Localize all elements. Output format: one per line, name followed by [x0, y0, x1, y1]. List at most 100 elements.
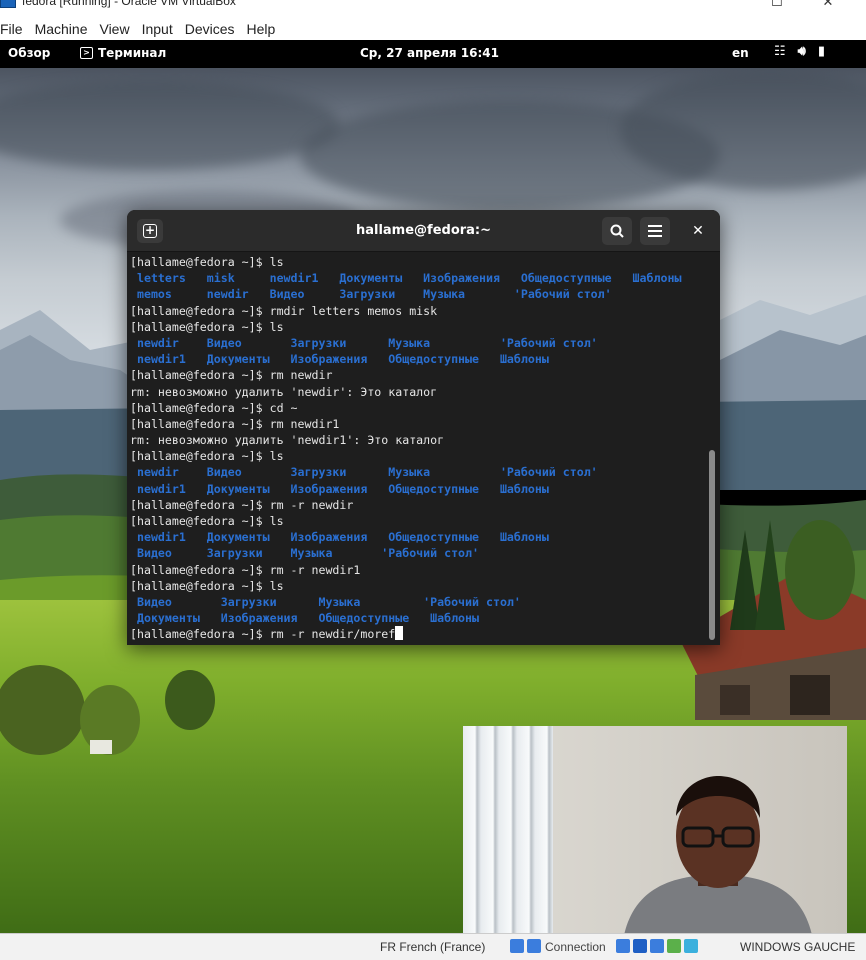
directory-listing: letters misk newdir1 Документы Изображен… [130, 271, 682, 286]
terminal-line: [hallame@fedora ~]$ ls [130, 513, 706, 529]
terminal-line: newdir1 Документы Изображения Общедоступ… [130, 481, 706, 497]
terminal-line: [hallame@fedora ~]$ ls [130, 578, 706, 594]
gnome-top-bar: Обзор > Терминал Ср, 27 апреля 16:41 en … [0, 40, 866, 68]
webcam-person [624, 776, 812, 933]
tray-app-icon[interactable] [650, 939, 664, 953]
wallpaper-pines [730, 520, 855, 630]
terminal-text: [hallame@fedora ~]$ rm -r newdir/moref [130, 627, 396, 642]
menu-button[interactable] [640, 217, 670, 245]
tray-app-icon[interactable] [684, 939, 698, 953]
host-tray-icons-right[interactable] [616, 939, 698, 953]
webcam-overlay [463, 726, 847, 933]
keyboard-layout-indicator[interactable]: en [732, 46, 749, 60]
terminal-line: letters misk newdir1 Документы Изображен… [130, 270, 706, 286]
terminal-line: [hallame@fedora ~]$ rm newdir1 [130, 416, 706, 432]
terminal-line: [hallame@fedora ~]$ cd ~ [130, 400, 706, 416]
battery-icon: ▮ [817, 44, 826, 59]
terminal-text: rm: невозможно удалить 'newdir': Это кат… [130, 384, 438, 399]
terminal-line: [hallame@fedora ~]$ rm -r newdir1 [130, 562, 706, 578]
terminal-line: [hallame@fedora ~]$ rm -r newdir [130, 497, 706, 513]
terminal-text: [hallame@fedora ~]$ rm -r newdir1 [130, 562, 361, 577]
directory-listing: newdir1 Документы Изображения Общедоступ… [130, 352, 549, 367]
terminal-icon: > [80, 47, 93, 59]
terminal-text: [hallame@fedora ~]$ rm newdir [130, 368, 333, 383]
terminal-cursor [395, 626, 404, 641]
tray-app-icon[interactable] [633, 939, 647, 953]
search-button[interactable] [602, 217, 632, 245]
app-menu-terminal[interactable]: > Терминал [80, 46, 166, 60]
directory-listing: Видео Загрузки Музыка 'Рабочий стол' [130, 546, 480, 561]
terminal-line: Документы Изображения Общедоступные Шабл… [130, 610, 706, 626]
terminal-line: newdir Видео Загрузки Музыка 'Рабочий ст… [130, 464, 706, 480]
app-menu-label: Терминал [98, 46, 167, 60]
directory-listing: Видео Загрузки Музыка 'Рабочий стол' [130, 594, 521, 609]
vbox-titlebar: fedora [Running] - Oracle VM VirtualBox … [0, 0, 866, 18]
terminal-text: [hallame@fedora ~]$ ls [130, 319, 284, 334]
directory-listing: newdir1 Документы Изображения Общедоступ… [130, 481, 549, 496]
search-icon [610, 224, 624, 238]
tray-app-icon[interactable] [667, 939, 681, 953]
directory-listing: memos newdir Видео Загрузки Музыка 'Рабо… [130, 287, 612, 302]
menu-devices[interactable]: Devices [185, 21, 235, 37]
terminal-line: [hallame@fedora ~]$ ls [130, 448, 706, 464]
tray-app-icon[interactable] [616, 939, 630, 953]
volume-icon: 🔊︎ [797, 44, 806, 59]
terminal-text: [hallame@fedora ~]$ ls [130, 514, 284, 528]
close-window-button[interactable]: ✕ [818, 0, 838, 10]
terminal-scrollbar[interactable] [709, 450, 715, 640]
terminal-line: [hallame@fedora ~]$ rm newdir [130, 367, 706, 383]
terminal-line: Видео Загрузки Музыка 'Рабочий стол' [130, 545, 706, 561]
terminal-text: [hallame@fedora ~]$ ls [130, 449, 284, 464]
terminal-text: [hallame@fedora ~]$ rm -r newdir [130, 497, 354, 512]
terminal-line: newdir Видео Загрузки Музыка 'Рабочий ст… [130, 335, 706, 351]
terminal-line: [hallame@fedora ~]$ rmdir letters memos … [130, 303, 706, 319]
terminal-line: memos newdir Видео Загрузки Музыка 'Рабо… [130, 286, 706, 302]
terminal-line: newdir1 Документы Изображения Общедоступ… [130, 351, 706, 367]
terminal-line: [hallame@fedora ~]$ ls [130, 319, 706, 335]
menu-file[interactable]: File [0, 21, 23, 37]
terminal-text: [hallame@fedora ~]$ rmdir letters memos … [130, 303, 438, 318]
hamburger-icon [648, 225, 662, 237]
host-connection-label[interactable]: Connection [545, 940, 606, 954]
host-taskbar: FR French (France) Connection WINDOWS GA… [0, 933, 866, 960]
network-icon: ☷ [774, 44, 786, 59]
directory-listing: Документы Изображения Общедоступные Шабл… [130, 611, 480, 626]
terminal-text: [hallame@fedora ~]$ rm newdir1 [130, 416, 340, 431]
virtualbox-app-icon [0, 0, 16, 8]
tray-app-icon[interactable] [510, 939, 524, 953]
maximize-button[interactable]: ☐ [767, 0, 787, 10]
terminal-text: [hallame@fedora ~]$ ls [130, 578, 284, 593]
wallpaper-trees [0, 665, 215, 755]
terminal-line: Видео Загрузки Музыка 'Рабочий стол' [130, 594, 706, 610]
host-keyboard-language[interactable]: FR French (France) [380, 940, 485, 954]
terminal-line: rm: невозможно удалить 'newdir': Это кат… [130, 384, 706, 400]
directory-listing: newdir Видео Загрузки Музыка 'Рабочий ст… [130, 465, 598, 480]
tray-app-icon[interactable] [527, 939, 541, 953]
activities-button[interactable]: Обзор [8, 46, 50, 60]
menu-view[interactable]: View [99, 21, 129, 37]
guest-screen: Обзор > Терминал Ср, 27 апреля 16:41 en … [0, 40, 866, 933]
terminal-text: [hallame@fedora ~]$ ls [130, 255, 284, 269]
window-title: fedora [Running] - Oracle VM VirtualBox [22, 0, 236, 8]
terminal-window[interactable]: + hallame@fedora:~ ✕ [hallame@fedora ~]$… [127, 210, 720, 645]
system-menu[interactable]: ☷ 🔊︎ ▮ [774, 44, 825, 59]
terminal-line: rm: невозможно удалить 'newdir1': Это ка… [130, 432, 706, 448]
terminal-headerbar[interactable]: + hallame@fedora:~ ✕ [127, 210, 720, 252]
clock[interactable]: Ср, 27 апреля 16:41 [360, 46, 499, 60]
host-keyboard-layout[interactable]: WINDOWS GAUCHE [740, 940, 855, 954]
directory-listing: newdir Видео Загрузки Музыка 'Рабочий ст… [130, 335, 598, 350]
close-icon[interactable]: ✕ [690, 223, 706, 239]
menu-machine[interactable]: Machine [35, 21, 88, 37]
menu-help[interactable]: Help [247, 21, 276, 37]
terminal-line: newdir1 Документы Изображения Общедоступ… [130, 529, 706, 545]
directory-listing: newdir1 Документы Изображения Общедоступ… [130, 530, 549, 545]
terminal-text: [hallame@fedora ~]$ cd ~ [130, 400, 298, 415]
terminal-text: rm: невозможно удалить 'newdir1': Это ка… [130, 433, 445, 448]
terminal-line: [hallame@fedora ~]$ rm -r newdir/moref [130, 626, 706, 642]
terminal-output[interactable]: [hallame@fedora ~]$ ls letters misk newd… [130, 254, 706, 642]
vbox-menubar: File Machine View Input Devices Help [0, 18, 866, 40]
terminal-line: [hallame@fedora ~]$ ls [130, 254, 706, 270]
webcam-window-blinds [463, 726, 553, 933]
menu-input[interactable]: Input [142, 21, 173, 37]
host-tray-icons[interactable] [510, 939, 541, 953]
